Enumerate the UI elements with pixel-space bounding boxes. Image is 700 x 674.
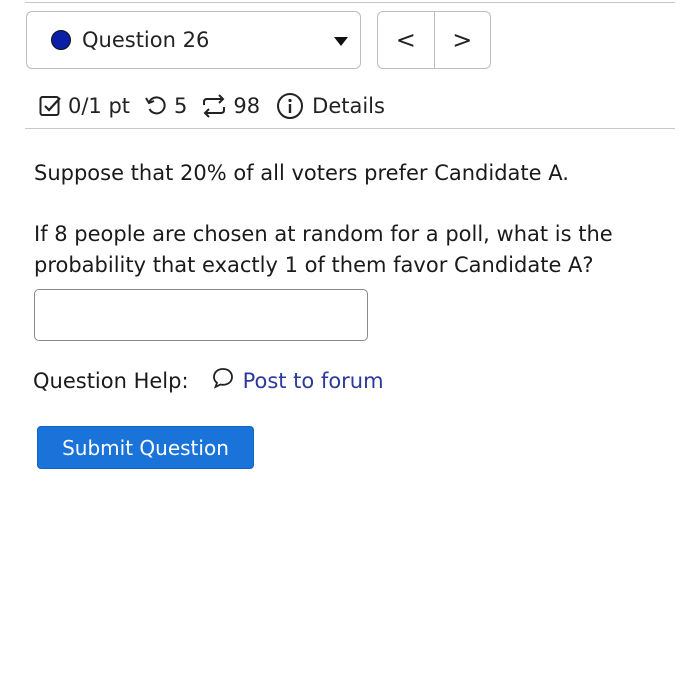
question-selector-label: Question 26 [82,28,210,52]
dropdown-caret-icon [334,37,348,46]
question-text-line1: Suppose that 20% of all voters prefer Ca… [34,161,569,185]
header-divider [25,128,675,129]
next-question-button[interactable]: > [433,12,491,68]
question-help-label: Question Help: [33,368,189,393]
retries-count: 5 [174,94,188,118]
answer-input[interactable] [34,289,368,341]
retry-icon [144,94,168,118]
details-info-icon[interactable] [276,92,304,120]
question-selector[interactable]: Question 26 [26,11,361,69]
post-to-forum-link[interactable]: Post to forum [211,366,384,395]
question-meta: 0/1 pt 5 98 Details [38,88,385,124]
question-text-line2: If 8 people are chosen at random for a p… [34,222,613,277]
post-to-forum-label: Post to forum [242,368,384,393]
top-divider [25,2,675,3]
score-checkbox-icon [38,94,62,118]
attempts-count: 98 [233,94,261,118]
speech-bubble-icon [211,366,235,395]
details-link[interactable]: Details [312,94,385,118]
question-nav: < > [377,11,491,69]
attempts-icon [201,94,227,118]
submit-question-button[interactable]: Submit Question [37,426,254,469]
question-help: Question Help: Post to forum [33,366,384,395]
previous-question-button[interactable]: < [378,12,434,68]
question-status-dot [51,30,71,50]
score-text: 0/1 pt [68,94,131,118]
